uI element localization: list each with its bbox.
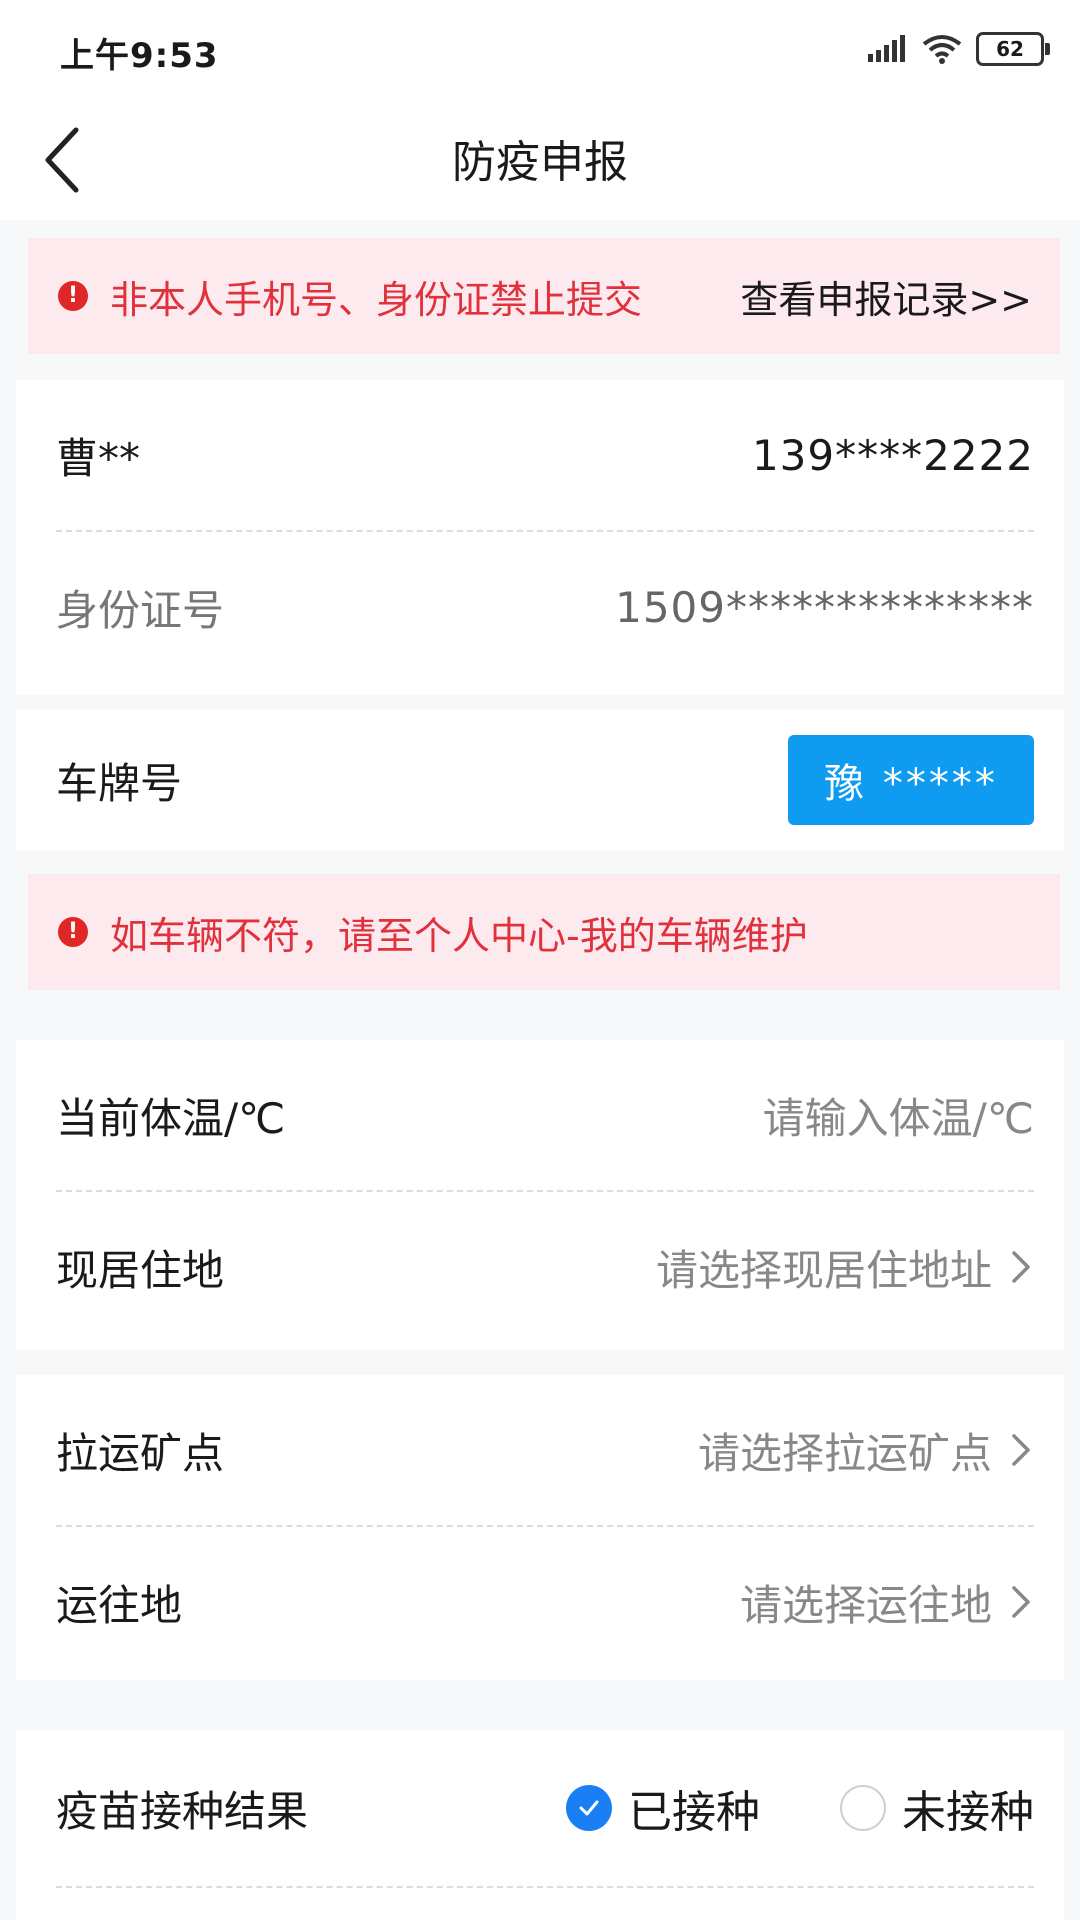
id-number-row: 身份证号 1509**************	[56, 532, 1034, 682]
transport-card: 拉运矿点 请选择拉运矿点 运往地 请选择运往地	[16, 1375, 1064, 1680]
vaccination-row: 疫苗接种结果 已接种 未接种	[56, 1730, 1034, 1888]
page-title: 防疫申报	[452, 137, 628, 188]
radio-vaccinated[interactable]: 已接种	[566, 1776, 760, 1840]
mine-point-placeholder: 请选择拉运矿点	[697, 1428, 992, 1478]
title-bar: 防疫申报	[0, 100, 1080, 220]
residence-row[interactable]: 现居住地 请选择现居住地址	[56, 1192, 1034, 1342]
signal-icon	[868, 35, 905, 62]
radio-label: 未接种	[902, 1787, 1034, 1838]
vaccination-label: 疫苗接种结果	[56, 1786, 309, 1836]
mine-point-select[interactable]: 请选择拉运矿点	[698, 1420, 1034, 1481]
page: 上午9:53 62 防疫申报 ! 非本人手机号、身份证禁止提交 查看申报记录>>…	[0, 0, 1080, 1920]
user-phone: 139****2222	[751, 430, 1034, 480]
status-icons: 62	[868, 32, 1050, 66]
vehicle-row: 车牌号 豫 *****	[56, 705, 1034, 855]
radio-checked-icon	[566, 1785, 612, 1831]
vaccination-card: 疫苗接种结果 已接种 未接种	[16, 1730, 1064, 1920]
chevron-right-icon	[1012, 1434, 1030, 1466]
health-card: 当前体温/℃ 请输入体温/℃ 现居住地 请选择现居住地址	[16, 1040, 1064, 1350]
id-number-value: 1509**************	[615, 582, 1034, 632]
chevron-right-icon	[1012, 1251, 1030, 1283]
alert-banner-vehicle: ! 如车辆不符，请至个人中心-我的车辆维护	[28, 874, 1060, 990]
battery-icon: 62	[976, 32, 1050, 66]
temperature-input[interactable]: 请输入体温/℃	[763, 1085, 1034, 1146]
radio-not-vaccinated[interactable]: 未接种	[840, 1776, 1034, 1840]
vaccination-radio-group: 已接种 未接种	[486, 1776, 1034, 1840]
residence-placeholder: 请选择现居住地址	[655, 1245, 992, 1295]
alert-circle-icon: !	[58, 281, 88, 311]
user-name: 曹**	[56, 433, 141, 483]
mine-point-label: 拉运矿点	[56, 1428, 225, 1478]
radio-unchecked-icon	[840, 1785, 886, 1831]
view-records-link[interactable]: 查看申报记录>>	[740, 269, 1032, 324]
destination-row[interactable]: 运往地 请选择运往地	[56, 1527, 1034, 1677]
destination-label: 运往地	[56, 1580, 183, 1630]
destination-placeholder: 请选择运往地	[739, 1580, 992, 1630]
status-time: 上午9:53	[60, 36, 219, 76]
temperature-row[interactable]: 当前体温/℃ 请输入体温/℃	[56, 1040, 1034, 1192]
plate-label: 车牌号	[56, 758, 183, 808]
alert-banner-identity: ! 非本人手机号、身份证禁止提交 查看申报记录>>	[28, 238, 1060, 354]
chevron-right-icon	[1012, 1586, 1030, 1618]
alert-text: 非本人手机号、身份证禁止提交	[110, 277, 643, 322]
alert-circle-icon: !	[58, 917, 88, 947]
destination-select[interactable]: 请选择运往地	[740, 1572, 1034, 1633]
identity-card: 曹** 139****2222 身份证号 1509**************	[16, 380, 1064, 695]
plate-number-button[interactable]: 豫 *****	[788, 735, 1034, 825]
alert-text: 如车辆不符，请至个人中心-我的车辆维护	[110, 913, 808, 958]
temperature-label: 当前体温/℃	[56, 1093, 286, 1143]
vehicle-card: 车牌号 豫 *****	[16, 710, 1064, 850]
mine-point-row[interactable]: 拉运矿点 请选择拉运矿点	[56, 1375, 1034, 1527]
radio-label: 已接种	[628, 1787, 760, 1838]
status-bar: 上午9:53 62	[0, 0, 1080, 100]
name-phone-row: 曹** 139****2222	[56, 380, 1034, 532]
residence-label: 现居住地	[56, 1245, 225, 1295]
residence-select[interactable]: 请选择现居住地址	[656, 1237, 1034, 1298]
id-number-label: 身份证号	[56, 585, 225, 635]
wifi-icon	[922, 35, 962, 64]
